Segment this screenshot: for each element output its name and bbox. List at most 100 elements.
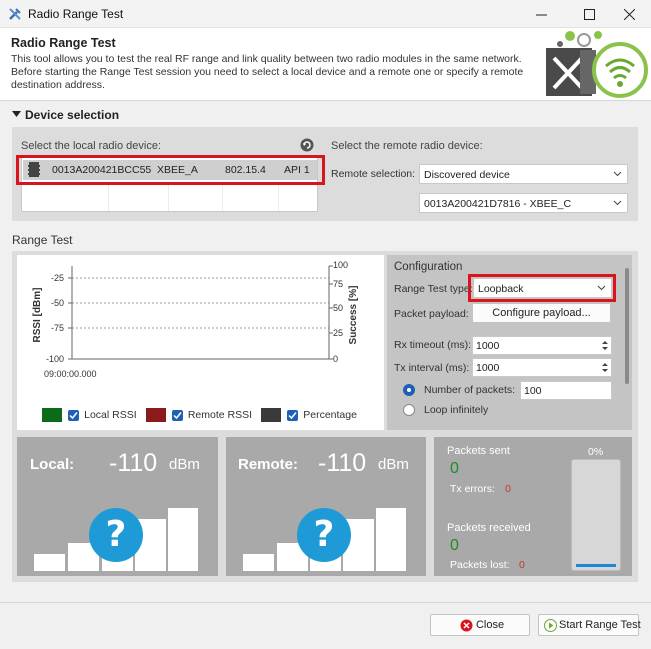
remote-signal-unit: dBm [378, 456, 409, 473]
tx-interval-label: Tx interval (ms): [394, 362, 470, 374]
collapse-triangle-icon[interactable] [12, 110, 21, 119]
y-axis-right-label: Success [%] [348, 286, 359, 345]
local-signal-unit: dBm [169, 456, 200, 473]
local-rssi-swatch [42, 408, 62, 422]
config-scrollbar[interactable] [625, 268, 629, 384]
local-signal-panel: Local: -110 dBm ? [17, 437, 218, 576]
minimize-icon [535, 14, 547, 15]
remote-rssi-checkbox[interactable] [171, 409, 183, 421]
rx-timeout-spinner-icon[interactable] [600, 338, 610, 353]
maximize-button[interactable] [567, 0, 611, 28]
loop-infinitely-label: Loop infinitely [424, 404, 489, 416]
remote-signal-panel: Remote: -110 dBm ? [226, 437, 426, 576]
column-divider [222, 182, 223, 211]
packets-lost-value: 0 [519, 559, 525, 571]
packets-lost-label: Packets lost: [450, 559, 510, 571]
local-device-label: Select the local radio device: [21, 140, 162, 152]
packets-sent-value: 0 [450, 460, 459, 477]
maximize-icon [583, 8, 595, 20]
number-of-packets-input[interactable]: 100 [520, 381, 612, 400]
chevron-down-icon [613, 200, 622, 206]
close-window-button[interactable] [607, 0, 651, 28]
success-progress-bar [571, 459, 621, 571]
start-range-test-button[interactable]: Start Range Test [538, 614, 641, 636]
rx-timeout-input[interactable]: 1000 [472, 336, 612, 355]
chevron-down-icon [613, 171, 622, 177]
remote-signal-label: Remote: [238, 456, 299, 473]
start-range-test-label: Start Range Test [559, 619, 641, 631]
minimize-button[interactable] [519, 0, 563, 28]
left-tick-label: -50 [51, 298, 64, 308]
tx-interval-spinner-icon[interactable] [600, 360, 610, 375]
question-mark-icon: ? [89, 508, 143, 562]
right-tick-label: 100 [333, 260, 348, 270]
percentage-swatch [261, 408, 282, 422]
packets-received-value: 0 [450, 537, 459, 554]
packet-stats-panel: Packets sent 0 Tx errors: 0 Packets rece… [434, 437, 632, 576]
local-rssi-label: Local RSSI [84, 408, 137, 421]
column-divider [168, 182, 169, 211]
range-test-heading: Range Test [12, 233, 73, 247]
loop-infinitely-radio[interactable] [403, 404, 415, 416]
rx-timeout-label: Rx timeout (ms): [394, 339, 472, 351]
left-tick-label: -25 [51, 273, 64, 283]
header-description: This tool allows you to test the real RF… [11, 53, 524, 91]
column-divider [108, 182, 109, 211]
column-divider [278, 182, 279, 211]
device-selection-heading[interactable]: Device selection [25, 108, 119, 122]
local-signal-label: Local: [30, 456, 75, 473]
percentage-label: Percentage [303, 408, 357, 421]
close-circle-icon [460, 619, 473, 632]
tx-interval-value: 1000 [476, 362, 500, 374]
window-title: Radio Range Test [28, 7, 124, 21]
number-of-packets-radio[interactable] [403, 384, 415, 396]
range-test-logo-icon [546, 31, 648, 98]
remote-selection-value: Discovered device [424, 169, 510, 181]
local-rssi-checkbox[interactable] [68, 409, 80, 421]
tx-interval-input[interactable]: 1000 [472, 358, 612, 377]
right-tick-label: 50 [333, 303, 343, 313]
tx-errors-value: 0 [505, 483, 511, 495]
refresh-icon[interactable] [300, 138, 314, 152]
remote-rssi-swatch [145, 408, 166, 422]
play-icon [544, 619, 557, 632]
remote-rssi-label: Remote RSSI [187, 408, 253, 421]
remote-device-value: 0013A200421D7816 - XBEE_C [424, 198, 572, 210]
right-tick-label: 75 [333, 279, 343, 289]
x-tick-label: 09:00:00.000 [44, 369, 97, 379]
close-icon [623, 8, 635, 20]
success-progress-fill [576, 564, 616, 567]
close-button[interactable]: Close [430, 614, 530, 636]
signal-bar [376, 508, 406, 571]
number-of-packets-label: Number of packets: [424, 384, 516, 396]
signal-bar [168, 508, 198, 571]
success-percent: 0% [588, 446, 604, 458]
range-test-type-label: Range Test type: [394, 283, 473, 295]
packet-payload-label: Packet payload: [394, 308, 469, 320]
left-tick-label: -100 [46, 354, 64, 364]
header-title: Radio Range Test [11, 36, 116, 50]
app-icon [9, 8, 21, 20]
packets-sent-label: Packets sent [447, 445, 510, 457]
rx-timeout-value: 1000 [476, 340, 500, 352]
remote-selection-label: Remote selection: [331, 168, 416, 180]
remote-device-dropdown[interactable]: 0013A200421D7816 - XBEE_C [419, 193, 628, 213]
tx-errors-label: Tx errors: [450, 483, 495, 495]
y-axis-left-label: RSSI [dBm] [32, 288, 43, 343]
number-of-packets-value: 100 [524, 385, 542, 397]
configuration-title: Configuration [394, 261, 463, 273]
local-signal-value: -110 [109, 449, 158, 477]
local-device-highlight [16, 155, 325, 185]
title-bar: Radio Range Test [0, 0, 651, 28]
configure-payload-button[interactable]: Configure payload... [472, 303, 611, 323]
packets-received-label: Packets received [447, 522, 531, 534]
signal-bar [34, 554, 65, 571]
close-button-label: Close [475, 619, 505, 631]
right-tick-label: 25 [333, 328, 343, 338]
percentage-checkbox[interactable] [287, 409, 299, 421]
remote-selection-dropdown[interactable]: Discovered device [419, 164, 628, 184]
remote-device-label: Select the remote radio device: [331, 140, 483, 152]
signal-bar [243, 554, 274, 571]
right-tick-label: 0 [333, 354, 338, 364]
rssi-chart: RSSI [dBm] Success [%] -25 -50 -75 -100 … [32, 260, 359, 379]
